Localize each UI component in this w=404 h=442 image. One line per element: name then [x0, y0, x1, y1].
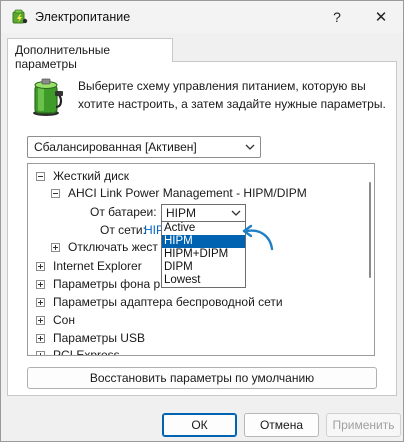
- tab-advanced-settings[interactable]: Дополнительные параметры: [7, 38, 173, 71]
- tree-item-label: Отключать жест: [68, 240, 158, 254]
- tree-item-label: Параметры фона р: [53, 277, 161, 291]
- dropdown-option[interactable]: Lowest: [162, 274, 245, 287]
- cancel-button[interactable]: Отмена: [244, 413, 319, 437]
- dropdown-option-selected[interactable]: HIPM: [162, 235, 245, 248]
- tree-item-label: AHCI Link Power Management - HIPM/DIPM: [68, 186, 307, 200]
- expand-icon[interactable]: [36, 316, 45, 325]
- restore-defaults-button[interactable]: Восстановить параметры по умолчанию: [27, 367, 377, 389]
- power-options-window: Электропитание ? ✕ Дополнительные параме…: [0, 0, 404, 442]
- expand-icon[interactable]: [36, 262, 45, 271]
- on-battery-label: От батареи:: [90, 205, 157, 219]
- tree-item-label: Параметры адаптера беспроводной сети: [53, 295, 283, 309]
- battery-power-icon: [33, 78, 63, 116]
- collapse-icon[interactable]: [51, 189, 60, 198]
- expand-icon[interactable]: [36, 334, 45, 343]
- expand-icon[interactable]: [36, 298, 45, 307]
- collapse-icon[interactable]: [36, 172, 45, 181]
- curved-arrow-icon: [242, 224, 274, 251]
- battery-dropdown-list[interactable]: Active HIPM HIPM+DIPM DIPM Lowest: [161, 221, 246, 288]
- power-scheme-select[interactable]: Сбалансированная [Активен]: [27, 136, 261, 158]
- tree-item-label: Сон: [53, 313, 75, 327]
- tree-item-label: Параметры USB: [53, 331, 145, 345]
- title-bar[interactable]: Электропитание ? ✕: [1, 1, 403, 33]
- on-battery-value: HIPM: [166, 206, 196, 220]
- tree-item-label: Internet Explorer: [53, 259, 142, 273]
- on-ac-label: От сети:: [100, 223, 146, 237]
- dropdown-option[interactable]: Active: [162, 222, 245, 235]
- scrollbar-thumb[interactable]: [369, 182, 371, 278]
- expand-icon[interactable]: [51, 243, 60, 252]
- chevron-down-icon: [245, 144, 255, 150]
- chevron-down-icon: [231, 210, 241, 216]
- tree-item-label: PCI Express: [53, 348, 120, 356]
- tree-item-label: Жесткий диск: [53, 169, 130, 183]
- help-button[interactable]: ?: [319, 3, 355, 31]
- dropdown-option[interactable]: DIPM: [162, 261, 245, 274]
- expand-icon[interactable]: [36, 280, 45, 289]
- dropdown-option[interactable]: HIPM+DIPM: [162, 248, 245, 261]
- power-scheme-value: Сбалансированная [Активен]: [34, 140, 197, 154]
- on-battery-select[interactable]: HIPM: [161, 204, 246, 222]
- expand-icon[interactable]: [36, 351, 45, 355]
- close-button[interactable]: ✕: [363, 3, 399, 31]
- settings-tree[interactable]: Жесткий диск AHCI Link Power Management …: [27, 163, 375, 356]
- description-text: Выберите схему управления питанием, кото…: [78, 79, 386, 111]
- ok-button[interactable]: ОК: [162, 413, 237, 437]
- tree-scrollbar[interactable]: [364, 164, 374, 355]
- window-title: Электропитание: [35, 10, 131, 24]
- power-options-icon: [12, 9, 28, 24]
- apply-button[interactable]: Применить: [326, 413, 401, 437]
